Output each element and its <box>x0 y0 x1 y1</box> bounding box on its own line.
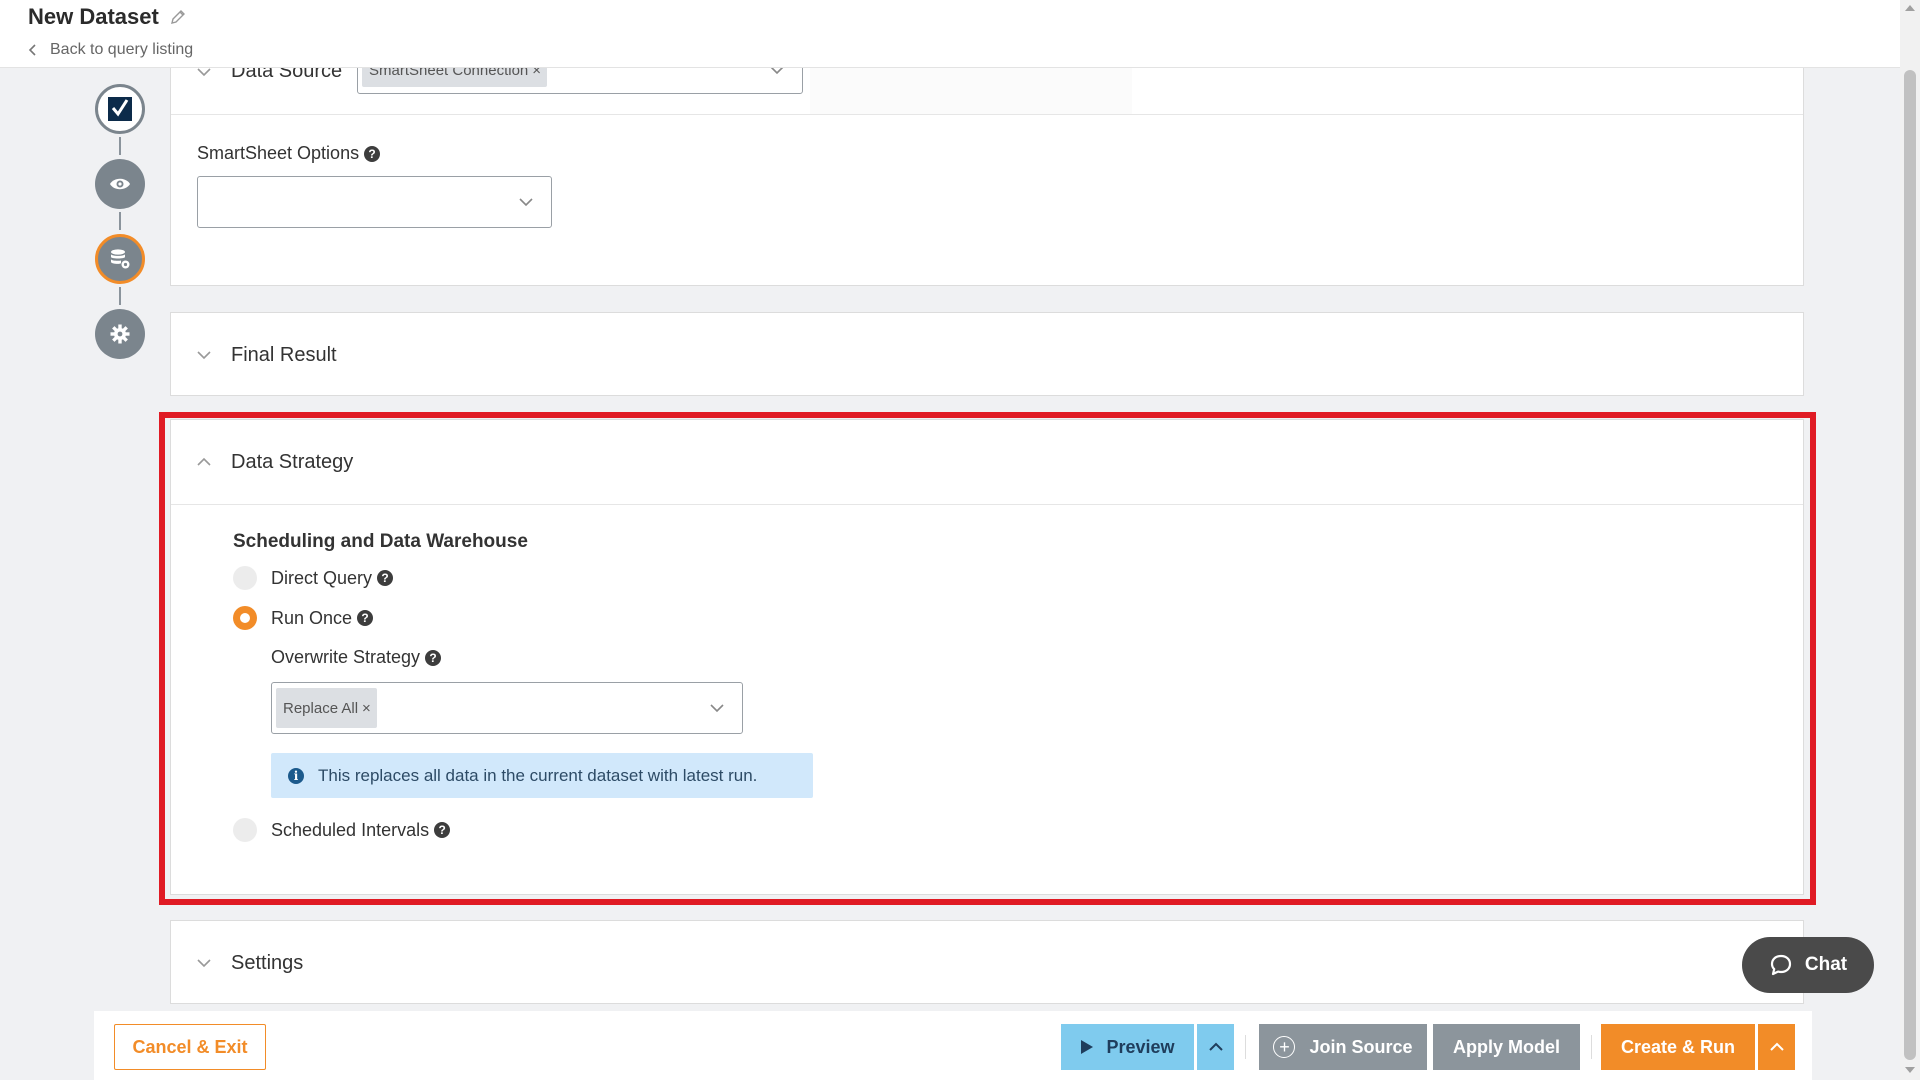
overwrite-strategy-tag: Replace All × <box>276 688 377 728</box>
step-connector <box>119 137 121 155</box>
separator <box>1245 1035 1246 1059</box>
step-connector <box>119 212 121 230</box>
settings-title: Settings <box>231 951 304 974</box>
chevron-down-icon <box>710 704 724 713</box>
chat-button-label: Chat <box>1804 954 1848 975</box>
remove-tag-icon[interactable]: × <box>362 700 371 717</box>
final-result-header[interactable]: Final Result <box>171 313 1803 397</box>
step-settings[interactable] <box>95 309 145 359</box>
final-result-title: Final Result <box>231 343 337 366</box>
plus-circle-icon: + <box>1273 1036 1296 1058</box>
step-preview[interactable] <box>95 159 145 209</box>
radio-scheduled-intervals-label: Scheduled Intervals <box>271 819 430 840</box>
overwrite-strategy-tag-label: Replace All <box>283 699 359 717</box>
chevron-down-icon <box>197 959 211 968</box>
radio-button-checked[interactable] <box>233 606 257 630</box>
chat-button[interactable]: Chat <box>1742 937 1874 993</box>
database-gear-icon <box>111 249 130 269</box>
cancel-exit-button[interactable]: Cancel & Exit <box>114 1024 266 1070</box>
create-run-button[interactable]: Create & Run <box>1601 1024 1755 1070</box>
page-title-text: New Dataset <box>28 4 159 29</box>
data-strategy-title: Data Strategy <box>231 450 354 473</box>
settings-header[interactable]: Settings <box>171 921 1803 1005</box>
radio-button[interactable] <box>233 566 257 590</box>
back-to-query-listing-link[interactable]: Back to query listing <box>28 41 193 59</box>
chevron-left-icon <box>28 44 36 56</box>
step-data-source[interactable] <box>95 84 145 134</box>
gear-icon <box>110 324 130 344</box>
scrollbar-thumb[interactable] <box>1904 70 1916 1060</box>
smartsheet-options-select[interactable] <box>197 176 552 228</box>
radio-direct-query-label: Direct Query <box>271 567 373 588</box>
page-scrollbar[interactable] <box>1900 0 1920 1080</box>
play-icon <box>1081 1040 1094 1054</box>
preview-button[interactable]: Preview <box>1061 1024 1194 1070</box>
apply-model-button[interactable]: Apply Model <box>1433 1024 1580 1070</box>
help-icon[interactable]: ? <box>425 649 442 666</box>
help-icon[interactable]: ? <box>357 610 374 626</box>
divider <box>171 504 1803 505</box>
smartsheet-options-label: SmartSheet Options ? <box>197 143 381 164</box>
join-source-button-label: Join Source <box>1309 1036 1413 1057</box>
page-title: New Dataset <box>28 4 187 30</box>
smartsheet-options-label-text: SmartSheet Options <box>197 143 360 163</box>
separator <box>1591 1035 1592 1059</box>
step-data-strategy[interactable] <box>95 234 145 284</box>
radio-run-once-label: Run Once <box>271 607 353 628</box>
settings-panel[interactable]: Settings <box>170 920 1804 1004</box>
final-result-panel[interactable]: Final Result <box>170 312 1804 396</box>
data-strategy-header[interactable]: Data Strategy <box>171 420 1803 504</box>
step-connector <box>119 287 121 305</box>
chat-bubble-icon <box>1770 954 1791 976</box>
radio-run-once[interactable]: Run Once ? <box>233 606 374 630</box>
radio-scheduled-intervals[interactable]: Scheduled Intervals ? <box>233 818 451 842</box>
divider <box>171 114 1803 115</box>
faded-overlay <box>810 68 1132 114</box>
info-icon: i <box>288 767 304 784</box>
help-icon[interactable]: ? <box>434 822 451 838</box>
scroll-up-arrow-icon[interactable] <box>1905 4 1915 12</box>
footer-action-bar: Cancel & Exit Preview + Join Source Appl… <box>94 1011 1812 1080</box>
overwrite-strategy-select[interactable]: Replace All × <box>271 682 743 734</box>
chevron-down-icon <box>197 351 211 360</box>
preview-options-button[interactable] <box>1197 1024 1234 1070</box>
pencil-icon[interactable] <box>169 8 187 26</box>
back-link-label: Back to query listing <box>50 41 194 58</box>
join-source-button[interactable]: + Join Source <box>1259 1024 1427 1070</box>
chevron-up-icon <box>1769 1042 1784 1051</box>
eye-icon <box>110 178 130 190</box>
overwrite-info-box: i This replaces all data in the current … <box>271 753 813 798</box>
chevron-down-icon <box>519 198 533 207</box>
scheduling-section-title: Scheduling and Data Warehouse <box>233 531 528 552</box>
preview-button-label: Preview <box>1106 1036 1175 1057</box>
scroll-down-arrow-icon[interactable] <box>1905 1066 1915 1074</box>
radio-button[interactable] <box>233 818 257 842</box>
chevron-down-icon[interactable] <box>197 67 211 77</box>
radio-direct-query[interactable]: Direct Query ? <box>233 566 394 590</box>
help-icon[interactable]: ? <box>364 145 381 162</box>
create-run-options-button[interactable] <box>1758 1024 1795 1070</box>
smartsheet-logo-icon <box>108 97 132 121</box>
chevron-up-icon <box>197 457 211 466</box>
overwrite-strategy-label: Overwrite Strategy ? <box>271 647 442 668</box>
chevron-up-icon <box>1208 1042 1223 1051</box>
data-strategy-panel: Data Strategy Scheduling and Data Wareho… <box>170 419 1804 895</box>
overwrite-strategy-label-text: Overwrite Strategy <box>271 647 421 667</box>
top-bar: New Dataset Back to query listing <box>0 0 1900 68</box>
help-icon[interactable]: ? <box>377 570 394 586</box>
overwrite-info-text: This replaces all data in the current da… <box>318 765 758 785</box>
